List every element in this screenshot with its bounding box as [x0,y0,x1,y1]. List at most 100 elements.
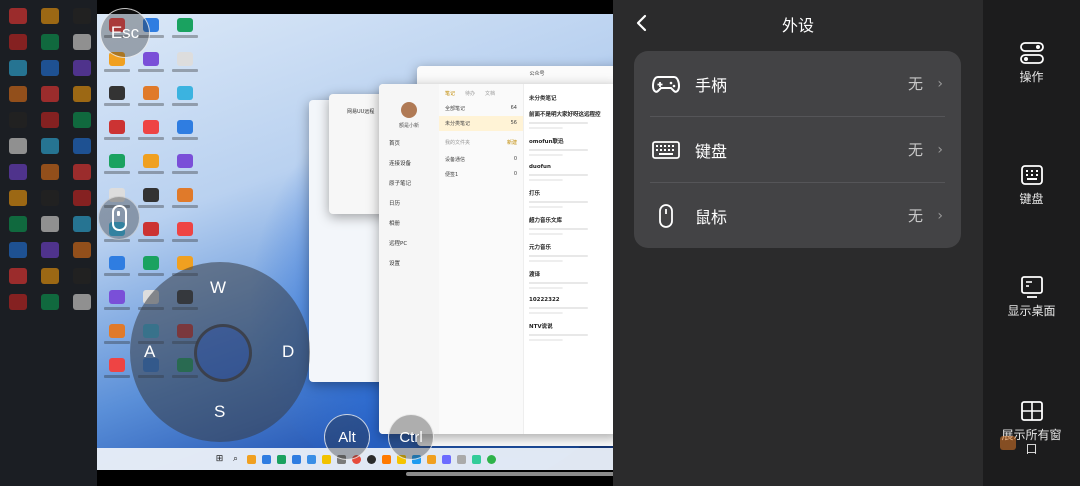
note-item[interactable]: duofun [523,160,613,185]
desktop-shortcut-icon[interactable] [135,52,167,80]
note-item[interactable]: 前面不是明大家好呀这远程控 [523,106,613,133]
folder-count: 64 [510,105,517,111]
taskbar-app-icon[interactable] [366,454,376,464]
taskbar-app-icon[interactable] [381,454,391,464]
taskbar-app-icon[interactable] [456,454,466,464]
avatar[interactable] [401,102,417,118]
nav-item[interactable]: 首页 [389,139,439,147]
desktop-shortcut-icon[interactable] [169,154,201,182]
peripheral-row-gamepad[interactable]: 手柄 无 › [634,51,961,116]
folder-count: 0 [513,171,517,177]
desktop-shortcut-icon[interactable] [135,120,167,148]
windows-start-icon[interactable]: ⊞ [215,454,225,464]
user-name: 额是小新 [398,123,419,129]
notes-tab[interactable]: 文档 [485,90,495,97]
desktop-shortcut-icon[interactable] [101,290,133,318]
mouse-mode-button[interactable] [98,196,140,240]
desktop-shortcut-icon[interactable] [101,120,133,148]
taskbar-app-icon[interactable] [276,454,286,464]
desktop-shortcut-icon[interactable] [101,256,133,284]
peripheral-row-keyboard[interactable]: 键盘 无 › [634,117,961,182]
right-toolbar: 操作 键盘 显示桌面 展示所有窗口 [983,0,1080,486]
toolbar-item-show-all-windows[interactable]: 展示所有窗口 [983,398,1080,456]
note-preview [529,253,613,263]
notes-tab[interactable]: 笔记 [445,90,455,97]
taskbar-app-icon[interactable] [426,454,436,464]
desktop-shortcut-icon[interactable] [135,188,167,216]
desktop-shortcut-icon[interactable] [101,86,133,114]
nav-item[interactable]: 原子笔记 [389,179,439,187]
note-item[interactable]: 超力音乐文库 [523,212,613,239]
nav-item[interactable]: 连接设备 [389,159,439,167]
nav-item[interactable]: 远程PC [389,239,439,247]
dim-overlay [0,0,97,486]
desktop-shortcut-icon[interactable] [169,120,201,148]
notes-app-window[interactable]: 额是小新 首页连接设备原子笔记日历相册远程PC 设置 笔记 待办 文档 全部笔记 64 未… [379,84,613,434]
key-s: S [214,402,226,421]
desktop-shortcut-icon[interactable] [135,86,167,114]
desktop-shortcut-icon[interactable] [169,18,201,46]
nav-item[interactable]: 设置 [389,259,439,267]
desktop-shortcut-icon[interactable] [135,256,167,284]
toolbar-item-show-desktop[interactable]: 显示桌面 [983,274,1080,318]
window-c-title: 公众号 [529,71,545,77]
note-item[interactable]: 打乐 [523,185,613,212]
folder-row[interactable]: 全部笔记 64 [439,101,523,116]
note-title: 前面不是明大家好呀这远程控 [529,112,601,118]
taskbar-app-icon[interactable] [321,454,331,464]
note-item[interactable]: 元力音乐 [523,239,613,266]
ctrl-key-button[interactable]: Ctrl [388,414,434,460]
desktop-shortcut-icon[interactable] [169,52,201,80]
folder-row[interactable]: 未分类笔记 56 [439,116,523,131]
notes-tab[interactable]: 待办 [465,90,475,97]
toolbar-item-operation[interactable]: 操作 [983,40,1080,84]
notes-list-pane: 未分类笔记 前面不是明大家好呀这远程控 omofun联迅 duofun 打乐 超力音乐文… [523,84,613,434]
desktop-shortcut-icon[interactable] [101,324,133,352]
nav-item[interactable]: 日历 [389,199,439,207]
gamepad-icon [652,70,680,98]
esc-key-button[interactable]: Esc [100,8,150,58]
peripheral-label: 键盘 [695,141,728,161]
key-d: D [282,342,295,361]
notes-nav: 首页连接设备原子笔记日历相册远程PC 设置 [379,129,439,267]
note-item[interactable]: 渡译 [523,266,613,293]
folders-header: 我的文件夹 新建 [439,131,523,152]
toolbar-item-keyboard[interactable]: 键盘 [983,162,1080,206]
taskbar-app-icon[interactable] [471,454,481,464]
desktop-shortcut-icon[interactable] [135,154,167,182]
taskbar-app-icon[interactable] [246,454,256,464]
peripherals-panel: 外设 手柄 无 › 键盘 无 › 鼠标 无 › [613,0,983,486]
taskbar-app-icon[interactable] [486,454,496,464]
taskbar-app-icon[interactable] [291,454,301,464]
desktop-shortcut-icon[interactable] [101,358,133,386]
windows-grid-icon [1019,398,1045,424]
keyboard-icon [652,136,680,164]
note-title: duofun [529,164,551,170]
desktop-shortcut-icon[interactable] [135,222,167,250]
note-preview [529,305,613,315]
folders-header-label: 我的文件夹 [445,140,471,146]
desktop-shortcut-icon[interactable] [169,222,201,250]
taskbar-app-icon[interactable] [306,454,316,464]
desktop-icon [1019,274,1045,300]
search-icon[interactable]: ⌕ [231,454,241,464]
nav-item[interactable]: 相册 [389,219,439,227]
new-folder-button[interactable]: 新建 [507,139,517,146]
desktop-shortcut-icon[interactable] [169,188,201,216]
peripheral-row-mouse[interactable]: 鼠标 无 › [634,183,961,248]
peripheral-label: 鼠标 [695,207,728,227]
note-item[interactable]: omofun联迅 [523,133,613,160]
folder-name: 全部笔记 [445,106,466,112]
note-item[interactable]: 10222322 [523,293,613,318]
desktop-shortcut-icon[interactable] [101,154,133,182]
folder-row[interactable]: 便签1 0 [439,167,523,182]
desktop-shortcut-icon[interactable] [169,86,201,114]
wasd-joystick[interactable]: W A S D [130,262,310,442]
notes-list-title: 未分类笔记 [529,96,557,102]
folder-row[interactable]: 设备通信 0 [439,152,523,167]
alt-key-button[interactable]: Alt [324,414,370,460]
joystick-thumb[interactable] [194,324,252,382]
note-item[interactable]: NTV说说 [523,318,613,345]
taskbar-app-icon[interactable] [261,454,271,464]
taskbar-app-icon[interactable] [441,454,451,464]
